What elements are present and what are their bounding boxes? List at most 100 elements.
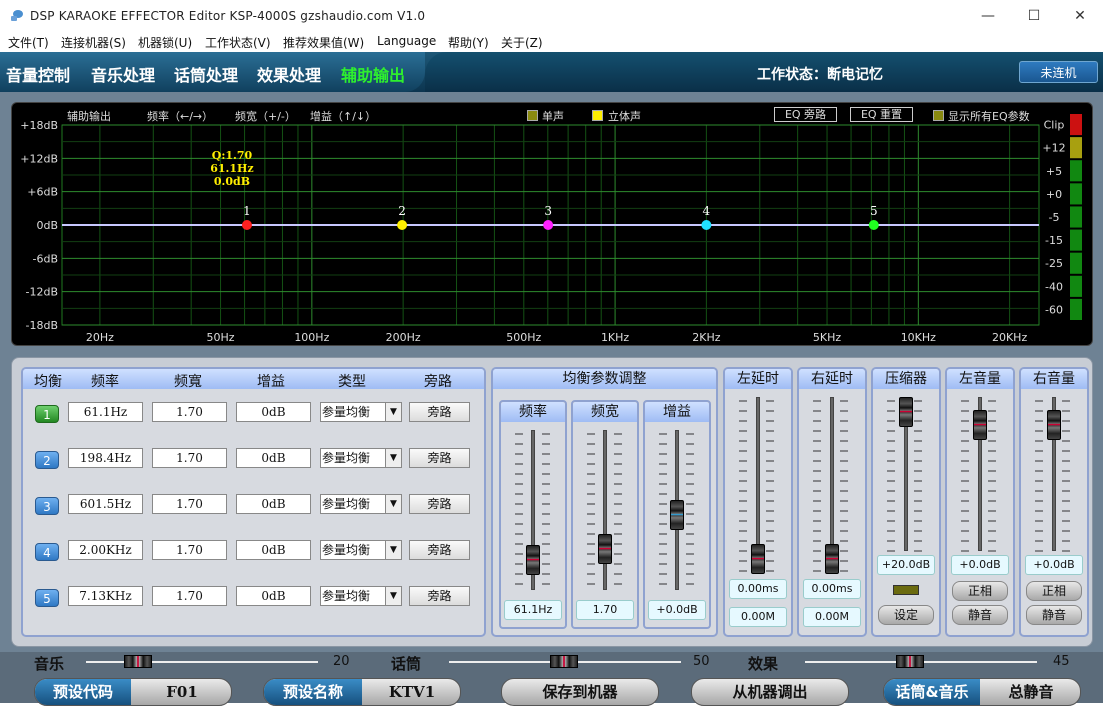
- peq-header-bar: 均衡 频率 频寬 增益 类型 旁路: [23, 369, 484, 390]
- menu-about[interactable]: 关于(Z): [501, 34, 543, 51]
- eq-point[interactable]: [701, 220, 712, 230]
- adjust-gain-value[interactable]: +0.0dB: [648, 600, 706, 620]
- chevron-down-icon[interactable]: ▼: [385, 587, 401, 605]
- band-freq-input[interactable]: 2.00KHz: [68, 540, 143, 560]
- mix-mic-value: 50: [693, 654, 710, 669]
- connect-status-button[interactable]: 未连机: [1019, 61, 1098, 83]
- band-bypass-button[interactable]: 旁路: [409, 448, 470, 468]
- left-volume-value[interactable]: +0.0dB: [951, 555, 1009, 575]
- adjust-freq-value[interactable]: 61.1Hz: [504, 600, 562, 620]
- chevron-down-icon[interactable]: ▼: [385, 495, 401, 513]
- eq-point-label: 5: [870, 204, 878, 218]
- menu-lock[interactable]: 机器锁(U): [138, 34, 192, 51]
- level-meter-segment: [1070, 229, 1082, 251]
- band-freq-input[interactable]: 198.4Hz: [68, 448, 143, 468]
- freq-slider-thumb[interactable]: [526, 545, 540, 575]
- band-gain-input[interactable]: 0dB: [236, 540, 311, 560]
- band-select-button[interactable]: 4: [35, 543, 59, 561]
- tab-aux-output[interactable]: 辅助输出: [341, 62, 405, 86]
- band-gain-input[interactable]: 0dB: [236, 494, 311, 514]
- band-bypass-button[interactable]: 旁路: [409, 586, 470, 606]
- eq-point[interactable]: [868, 220, 879, 230]
- band-gain-input[interactable]: 0dB: [236, 448, 311, 468]
- menu-work-status[interactable]: 工作状态(V): [205, 34, 271, 51]
- band-bw-input[interactable]: 1.70: [152, 540, 227, 560]
- right-volume-value[interactable]: +0.0dB: [1025, 555, 1083, 575]
- mic-music-label: 话筒&音乐: [884, 679, 980, 705]
- band-bypass-button[interactable]: 旁路: [409, 494, 470, 514]
- right-phase-button[interactable]: 正相: [1026, 581, 1082, 601]
- chevron-down-icon[interactable]: ▼: [385, 449, 401, 467]
- left-delay-ms[interactable]: 0.00ms: [729, 579, 787, 599]
- maximize-button[interactable]: ☐: [1011, 0, 1057, 32]
- menu-help[interactable]: 帮助(Y): [448, 34, 489, 51]
- left-volume-slider-thumb[interactable]: [973, 410, 987, 440]
- menu-language[interactable]: Language: [377, 34, 436, 48]
- save-to-device-button[interactable]: 保存到机器: [501, 678, 659, 706]
- menu-presets[interactable]: 推荐效果值(W): [283, 34, 364, 51]
- level-meter-segment: [1070, 252, 1082, 274]
- band-type-select[interactable]: 参量均衡 ▼: [320, 540, 402, 560]
- right-delay-ms[interactable]: 0.00ms: [803, 579, 861, 599]
- eq-x-tick-label: 50Hz: [207, 331, 235, 344]
- right-delay-slider-thumb[interactable]: [825, 544, 839, 574]
- right-delay-title: 右延时: [799, 369, 865, 389]
- right-delay-meters[interactable]: 0.00M: [803, 607, 861, 627]
- close-button[interactable]: ✕: [1057, 0, 1103, 32]
- band-gain-input[interactable]: 0dB: [236, 402, 311, 422]
- left-mute-button[interactable]: 静音: [952, 605, 1008, 625]
- preset-name-button[interactable]: 预设名称 KTV1: [263, 678, 461, 706]
- tab-volume[interactable]: 音量控制: [6, 62, 70, 86]
- band-bypass-button[interactable]: 旁路: [409, 402, 470, 422]
- band-select-button[interactable]: 5: [35, 589, 59, 607]
- mix-effect-slider-thumb[interactable]: [896, 655, 924, 668]
- compressor-value[interactable]: +20.0dB: [877, 555, 935, 575]
- mix-music-slider-track[interactable]: [86, 661, 318, 663]
- eq-point[interactable]: [241, 220, 252, 230]
- band-gain-input[interactable]: 0dB: [236, 586, 311, 606]
- chevron-down-icon[interactable]: ▼: [385, 403, 401, 421]
- right-volume-slider-thumb[interactable]: [1047, 410, 1061, 440]
- eq-point[interactable]: [543, 220, 554, 230]
- band-freq-input[interactable]: 601.5Hz: [68, 494, 143, 514]
- eq-graph[interactable]: +18dB +12dB +6dB 0dB -6dB -12dB -18dB 20Hz 50Hz 1…: [12, 103, 1094, 347]
- load-from-device-button[interactable]: 从机器调出: [691, 678, 849, 706]
- eq-point[interactable]: [397, 220, 408, 230]
- left-phase-button[interactable]: 正相: [952, 581, 1008, 601]
- band-bw-input[interactable]: 1.70: [152, 402, 227, 422]
- band-type-select[interactable]: 参量均衡 ▼: [320, 494, 402, 514]
- band-freq-input[interactable]: 61.1Hz: [68, 402, 143, 422]
- bw-slider-thumb[interactable]: [598, 534, 612, 564]
- minimize-button[interactable]: —: [965, 0, 1011, 32]
- preset-code-button[interactable]: 预设代码 F01: [34, 678, 232, 706]
- band-select-button[interactable]: 2: [35, 451, 59, 469]
- level-meter-segment: [1070, 183, 1082, 205]
- band-select-button[interactable]: 3: [35, 497, 59, 515]
- tab-music[interactable]: 音乐处理: [91, 62, 155, 86]
- tab-effect[interactable]: 效果处理: [257, 62, 321, 86]
- chevron-down-icon[interactable]: ▼: [385, 541, 401, 559]
- gain-slider-thumb[interactable]: [670, 500, 684, 530]
- mix-music-slider-thumb[interactable]: [124, 655, 152, 668]
- adjust-bw-value[interactable]: 1.70: [576, 600, 634, 620]
- band-type-select[interactable]: 参量均衡 ▼: [320, 448, 402, 468]
- tab-mic[interactable]: 话筒处理: [174, 62, 238, 86]
- compressor-slider-thumb[interactable]: [899, 397, 913, 427]
- band-select-button[interactable]: 1: [35, 405, 59, 423]
- mic-music-mute-button[interactable]: 话筒&音乐 总静音: [883, 678, 1081, 706]
- compressor-set-button[interactable]: 设定: [878, 605, 934, 625]
- band-freq-input[interactable]: 7.13KHz: [68, 586, 143, 606]
- left-delay-slider-thumb[interactable]: [751, 544, 765, 574]
- band-type-select[interactable]: 参量均衡 ▼: [320, 586, 402, 606]
- right-mute-button[interactable]: 静音: [1026, 605, 1082, 625]
- left-delay-meters[interactable]: 0.00M: [729, 607, 787, 627]
- band-bw-input[interactable]: 1.70: [152, 494, 227, 514]
- eq-point-tooltip: Q:1.70: [212, 149, 253, 162]
- menu-file[interactable]: 文件(T): [8, 34, 49, 51]
- band-bw-input[interactable]: 1.70: [152, 586, 227, 606]
- band-bypass-button[interactable]: 旁路: [409, 540, 470, 560]
- mix-mic-slider-thumb[interactable]: [550, 655, 578, 668]
- band-bw-input[interactable]: 1.70: [152, 448, 227, 468]
- band-type-select[interactable]: 参量均衡 ▼: [320, 402, 402, 422]
- menu-connect[interactable]: 连接机器(S): [61, 34, 126, 51]
